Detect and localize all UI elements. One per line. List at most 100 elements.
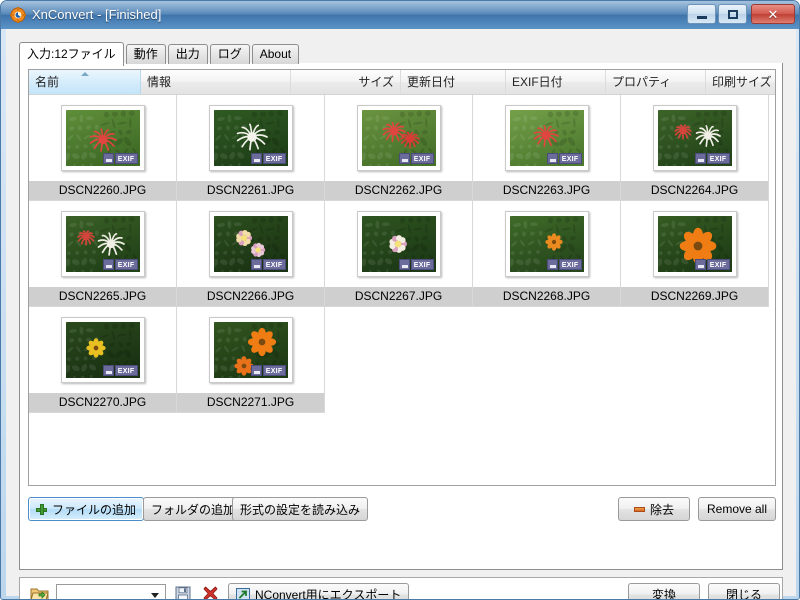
column-header-3[interactable]: 更新日付 [401, 70, 506, 94]
settings-combo[interactable] [56, 584, 166, 599]
export-arrow-icon [236, 587, 250, 599]
convert-button[interactable]: 変換 [628, 583, 700, 599]
thumbnail-image: EXIF [60, 317, 145, 383]
tab-2[interactable]: 出力 [167, 44, 208, 64]
file-name-label: DSCN2264.JPG [621, 181, 768, 200]
file-name-label: DSCN2265.JPG [29, 287, 176, 306]
add-folder-button[interactable]: フォルダの追加 [143, 497, 244, 521]
thumbnail-frame: EXIF [325, 201, 472, 287]
file-list-view[interactable]: 名前情報サイズ更新日付EXIF日付プロパティ印刷サイズ種類 EXIFDSCN22… [28, 69, 776, 486]
exif-badge: EXIF [546, 153, 582, 164]
thumbnail-image: EXIF [356, 105, 441, 171]
metadata-icon [102, 259, 114, 270]
close-button[interactable]: ✕ [751, 4, 795, 24]
metadata-icon [102, 365, 114, 376]
column-header-5[interactable]: プロパティ [606, 70, 706, 94]
exif-badge-label: EXIF [262, 365, 286, 376]
list-item[interactable]: EXIF DSCN2271.JPG [177, 307, 325, 413]
tab-label: 出力 [175, 47, 200, 61]
sort-ascending-icon [80, 72, 89, 76]
list-item[interactable]: EXIF DSCN2264.JPG [621, 95, 769, 201]
metadata-icon [546, 259, 558, 270]
tab-1[interactable]: 動作 [125, 44, 166, 64]
tab-3[interactable]: ログ [209, 44, 250, 64]
exif-badge: EXIF [250, 365, 286, 376]
list-item[interactable]: EXIF DSCN2268.JPG [473, 201, 621, 307]
column-header-1[interactable]: 情報 [141, 70, 291, 94]
list-item[interactable]: EXIF DSCN2269.JPG [621, 201, 769, 307]
client-area: 名前情報サイズ更新日付EXIF日付プロパティ印刷サイズ種類 EXIFDSCN22… [6, 29, 796, 599]
list-item[interactable]: EXIF DSCN2261.JPG [177, 95, 325, 201]
load-settings-button[interactable]: 形式の設定を読み込み [232, 497, 369, 521]
exif-badge-label: EXIF [262, 153, 286, 164]
thumbnail-image: EXIF [60, 211, 145, 277]
metadata-icon [102, 153, 114, 164]
list-header-row: 名前情報サイズ更新日付EXIF日付プロパティ印刷サイズ種類 [29, 70, 775, 95]
close-dialog-button[interactable]: 閉じる [708, 583, 780, 599]
column-header-label: 情報 [147, 75, 172, 89]
remove-all-button[interactable]: Remove all [698, 497, 776, 521]
thumbnail-frame: EXIF [325, 95, 472, 181]
minimize-button[interactable] [687, 4, 716, 24]
close-icon: ✕ [767, 6, 779, 22]
column-header-4[interactable]: EXIF日付 [506, 70, 606, 94]
xnconvert-gear-icon [10, 7, 26, 23]
thumbnail-image: EXIF [504, 211, 589, 277]
thumbnail-image: EXIF [356, 211, 441, 277]
tab-label: About [259, 47, 292, 61]
export-label: NConvert用にエクスポート [255, 588, 402, 600]
title-bar[interactable]: XnConvert - [Finished] ✕ [1, 1, 799, 29]
metadata-icon [694, 153, 706, 164]
tab-strip[interactable]: 入力:12ファイル 動作 出力 ログ About [19, 42, 783, 66]
list-item[interactable]: EXIF DSCN2263.JPG [473, 95, 621, 201]
exif-badge-label: EXIF [558, 153, 582, 164]
exif-badge: EXIF [250, 153, 286, 164]
save-floppy-icon[interactable] [175, 586, 191, 600]
exif-badge: EXIF [102, 365, 138, 376]
list-item[interactable]: EXIF DSCN2270.JPG [29, 307, 177, 413]
metadata-icon [398, 259, 410, 270]
folder-open-icon[interactable] [30, 586, 49, 600]
tab-0[interactable]: 入力:12ファイル [19, 42, 124, 66]
column-header-0[interactable]: 名前 [29, 70, 141, 94]
add-files-button[interactable]: ファイルの追加 [28, 497, 145, 521]
file-name-label: DSCN2266.JPG [177, 287, 324, 306]
exif-badge: EXIF [250, 259, 286, 270]
bottom-toolbar: NConvert用にエクスポート 変換 閉じる [19, 577, 783, 600]
metadata-icon [546, 153, 558, 164]
tab-label: ログ [217, 47, 242, 61]
delete-red-x-icon[interactable] [203, 586, 218, 600]
exif-badge-label: EXIF [114, 259, 138, 270]
remove-all-label: Remove all [706, 502, 768, 516]
thumbnail-image: EXIF [208, 105, 293, 171]
exif-badge-label: EXIF [114, 365, 138, 376]
column-header-6[interactable]: 印刷サイズ [706, 70, 775, 94]
list-item[interactable]: EXIF DSCN2267.JPG [325, 201, 473, 307]
remove-label: 除去 [649, 502, 674, 517]
list-item[interactable]: EXIF DSCN2265.JPG [29, 201, 177, 307]
list-item[interactable]: EXIF DSCN2266.JPG [177, 201, 325, 307]
list-item[interactable]: EXIF DSCN2260.JPG [29, 95, 177, 201]
tab-panel: 名前情報サイズ更新日付EXIF日付プロパティ印刷サイズ種類 EXIFDSCN22… [19, 63, 783, 570]
exif-badge: EXIF [694, 259, 730, 270]
tab-4[interactable]: About [251, 44, 300, 64]
thumbnail-image: EXIF [60, 105, 145, 171]
exif-badge: EXIF [546, 259, 582, 270]
tab-label: 入力:12ファイル [27, 47, 116, 61]
metadata-icon [694, 259, 706, 270]
thumbnail-frame: EXIF [177, 201, 324, 287]
maximize-button[interactable] [718, 4, 747, 24]
file-name-label: DSCN2261.JPG [177, 181, 324, 200]
exif-badge: EXIF [398, 259, 434, 270]
column-header-2[interactable]: サイズ [291, 70, 401, 94]
metadata-icon [250, 259, 262, 270]
thumbnail-image: EXIF [208, 211, 293, 277]
thumbnail-grid[interactable]: EXIF DSCN2260.JPG EXIF DSCN2261.JPG EXIF DSCN… [29, 95, 775, 485]
list-item[interactable]: EXIF DSCN2262.JPG [325, 95, 473, 201]
tab-label: 動作 [133, 47, 158, 61]
thumbnail-frame: EXIF [621, 95, 768, 181]
remove-button[interactable]: 除去 [618, 497, 690, 521]
thumbnail-frame: EXIF [473, 201, 620, 287]
thumbnail-frame: EXIF [29, 95, 176, 181]
export-nconvert-button[interactable]: NConvert用にエクスポート [228, 583, 410, 600]
